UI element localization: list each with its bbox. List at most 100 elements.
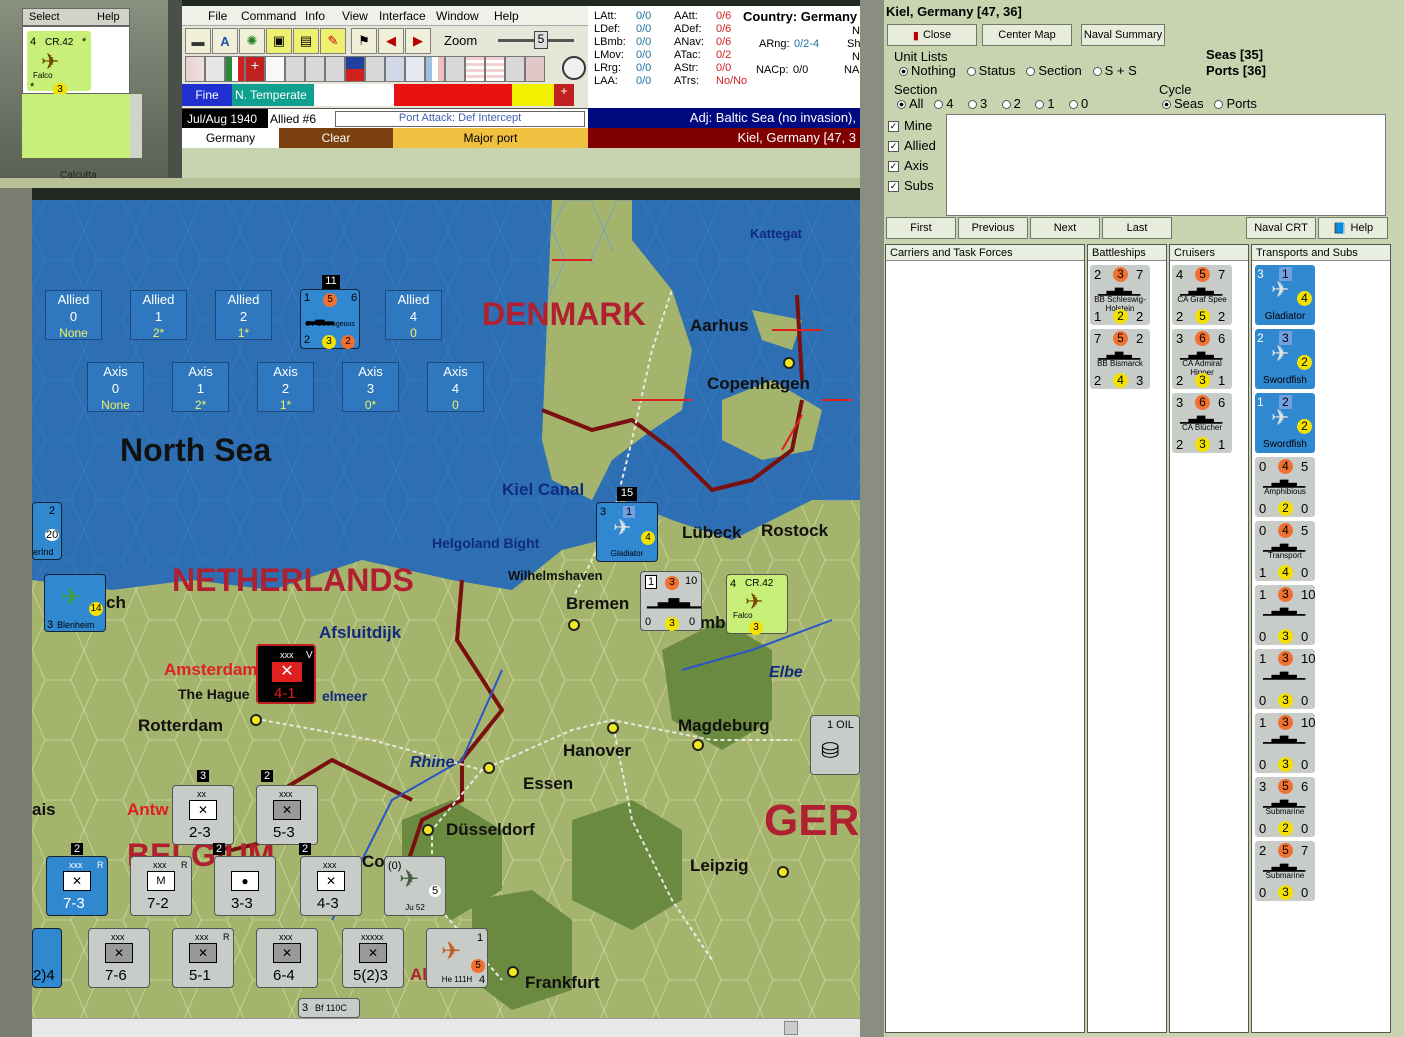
carrier-counter[interactable]: 1 5 6 ▂▃▂ CV Courageous 2 3 2 [300,289,360,349]
menu-info[interactable]: Info [305,9,325,23]
naval-unit-card[interactable]: 2 3 7 ▁▃▅▃▁ BB Schleswig-Holstein 1 2 2 [1090,265,1150,325]
next-button[interactable]: Next [1030,217,1100,239]
zoom-slider-thumb[interactable]: 5 [534,31,548,49]
grey-flag4-icon[interactable] [365,56,385,82]
air-unit-card[interactable]: 2 3 ✈ 2 Swordfish [1255,329,1315,389]
france-flag-icon[interactable] [425,56,445,82]
check-axis[interactable]: ✓ Axis [888,156,944,176]
check-mine[interactable]: ✓ Mine [888,116,944,136]
game-map[interactable]: North Sea DENMARK NETHERLANDS BELGIUM GE… [32,200,860,1018]
pencil-icon[interactable]: ✎ [320,28,346,54]
menu-interface[interactable]: Interface [379,9,426,23]
scroll-thumb[interactable] [784,1021,798,1035]
radio-ports[interactable]: Ports [1214,96,1257,111]
previous-button[interactable]: Previous [958,217,1028,239]
bf110-counter[interactable]: 3 Bf 110C [298,998,360,1018]
radio-1[interactable]: 1 [1035,96,1055,111]
partial-unit-counter[interactable]: 2)4 [32,928,62,988]
land-unit-counter[interactable]: xxx ✕ 6-4 [256,928,318,988]
blenheim-counter[interactable]: ✈ 14 3 Blenheim [44,574,106,632]
italy-flag-icon[interactable] [225,56,245,82]
help-button[interactable]: 📘 Help [1318,217,1388,239]
naval-unit-card[interactable]: 4 5 7 ▁▃▅▃▁ CA Graf Spee 2 5 2 [1172,265,1232,325]
transports-column[interactable]: Transports and Subs 3 1 ✈ 4 Gladiator 2 3 ✈ 2 Swo… [1251,244,1391,1033]
allied-box-1[interactable]: Allied 1 2* [130,290,187,340]
japan-sun-flag-icon[interactable] [265,56,285,82]
axis-box-2[interactable]: Axis 2 1* [257,362,314,412]
action-field[interactable]: Port Attack: Def Intercept [335,111,585,127]
selected-unit-counter[interactable]: 4 CR.42 * ✈ Falco * 3 [27,31,91,97]
city-marker[interactable] [568,619,580,631]
land-unit-counter[interactable]: 2 xxx ✕ 4-3 [299,843,362,916]
allied-box-0[interactable]: Allied 0 None [45,290,102,340]
naval-unit-card[interactable]: 3 6 6 ▁▃▅▃▁ CA Blücher 2 3 1 [1172,393,1232,453]
land-unit-counter[interactable]: 3 xx ✕ 2-3 [172,770,234,845]
cr42-counter[interactable]: 4 CR.42 ✈ Falco 3 [726,574,788,635]
naval-unit-card[interactable]: 1 3 10 ▁▃▅▃▁ 0 3 0 [1255,585,1315,645]
grey-flag2-icon[interactable] [305,56,325,82]
naval-unit-card[interactable]: 2 5 7 ▁▃▅▃▁ Submarine 0 3 0 [1255,841,1315,901]
grey-flag-icon[interactable] [285,56,305,82]
radio-2[interactable]: 2 [1001,96,1021,111]
naval-unit-card[interactable]: 1 3 10 ▁▃▅▃▁ 0 3 0 [1255,713,1315,773]
last-button[interactable]: Last [1102,217,1172,239]
help-tab[interactable]: Help [97,11,120,23]
a-icon[interactable]: A [212,28,238,54]
radio-all[interactable]: All [897,96,923,111]
stack-icon[interactable]: ▤ [293,28,319,54]
grey-flag3-icon[interactable] [325,56,345,82]
land-unit-counter[interactable]: xxx R ✕ 5-1 [172,928,234,988]
land-unit-counter[interactable]: 2 xxx R ✕ 7-3 [46,843,108,916]
first-button[interactable]: First [886,217,956,239]
partial-air-counter[interactable]: 2 20 erInd [32,502,62,560]
center-map-button[interactable]: Center Map [982,24,1072,46]
ju52-counter[interactable]: (0) ✈ 5 Ju 52 [384,856,446,916]
naval-unit-card[interactable]: 366▁▃▅▃▁CA Admiral Hipper231 [1172,329,1232,389]
carriers-column[interactable]: Carriers and Task Forces [885,244,1085,1033]
allied-box-2[interactable]: Allied 2 1* [215,290,272,340]
faded-flag-icon[interactable] [205,56,225,82]
arrow-left-icon[interactable]: ◀ [378,28,404,54]
uk-flag2-icon[interactable] [405,56,425,82]
naval-unit-card[interactable]: 7 5 2 ▁▃▅▃▁ BB Bismarck 2 4 3 [1090,329,1150,389]
city-marker[interactable] [422,824,434,836]
flag-icon[interactable]: ⚑ [351,28,377,54]
vertical-splitter[interactable] [860,0,884,1037]
city-marker[interactable] [483,762,495,774]
city-marker[interactable] [777,866,789,878]
city-marker[interactable] [507,966,519,978]
naval-unit-card[interactable]: 0 4 5 ▁▃▅▃▁ Transport 1 4 0 [1255,521,1315,581]
axis-box-3[interactable]: Axis 3 0* [342,362,399,412]
city-marker[interactable] [250,714,262,726]
grey-flag6-icon[interactable] [505,56,525,82]
gladiator-counter[interactable]: 3 1 ✈ 4 Gladiator [596,502,658,562]
menu-file[interactable]: File [208,9,227,23]
radio-0[interactable]: 0 [1069,96,1088,111]
naval-crt-button[interactable]: Naval CRT [1246,217,1316,239]
radio-s-plus-s[interactable]: S + S [1092,63,1137,78]
truck-icon[interactable]: ▬ [185,28,211,54]
radio-seas[interactable]: Seas [1162,96,1204,111]
naval-unit-card[interactable]: 1 3 10 ▁▃▅▃▁ 0 3 0 [1255,649,1315,709]
menu-command[interactable]: Command [241,9,296,23]
naval-summary-button[interactable]: Naval Summary [1081,24,1165,46]
radio-nothing[interactable]: Nothing [899,63,956,78]
axis-box-0[interactable]: Axis 0 None [87,362,144,412]
menu-view[interactable]: View [342,9,368,23]
close-button[interactable]: ▮ Close [887,24,977,46]
map-horizontal-scrollbar[interactable] [32,1018,860,1037]
naval-unit-card[interactable]: 0 4 5 ▁▃▅▃▁ Amphibious 0 2 0 [1255,457,1315,517]
axis-box-4[interactable]: Axis 4 0 [427,362,484,412]
check-subs[interactable]: ✓ Subs [888,176,944,196]
window-split-bar[interactable] [0,178,862,188]
usa-flag-icon[interactable] [465,56,485,82]
gear-icon[interactable]: ✺ [239,28,265,54]
red-army-counter[interactable]: xxx V ✕ 4-1 [256,644,316,704]
battleships-column[interactable]: Battleships 2 3 7 ▁▃▅▃▁ BB Schleswig-Holstei… [1087,244,1167,1033]
grid-icon[interactable]: ▣ [266,28,292,54]
target-icon[interactable] [562,56,586,80]
grey-flag5-icon[interactable] [445,56,465,82]
select-tab[interactable]: Select [29,11,60,23]
splitter[interactable] [168,0,182,178]
ussr-flag-icon[interactable] [525,56,545,82]
